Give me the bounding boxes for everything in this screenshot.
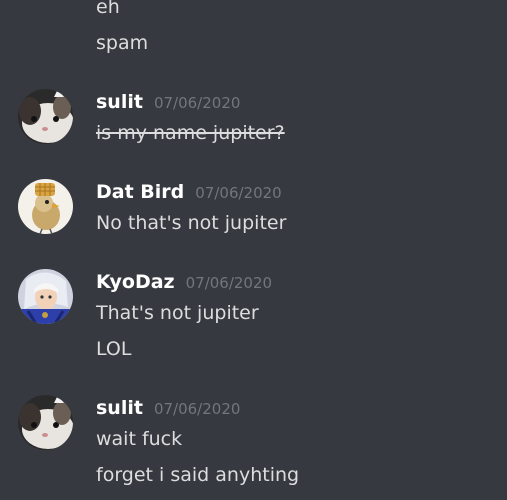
message-text: wait fuck <box>96 428 183 450</box>
message-text: spam <box>96 32 149 54</box>
username[interactable]: sulit <box>96 396 143 420</box>
timestamp: 07/06/2020 <box>195 184 282 202</box>
anime-character-avatar[interactable] <box>18 269 73 324</box>
timestamp: 07/06/2020 <box>153 94 241 112</box>
chat-message-list: eh spam sulit 07/06/2020 is my name jupi… <box>0 0 507 500</box>
message-text: That's not jupiter <box>96 302 259 324</box>
timestamp: 07/06/2020 <box>153 400 241 418</box>
username[interactable]: KyoDaz <box>96 270 175 294</box>
message-text: is my name jupiter? <box>96 122 285 144</box>
bird-waffle-avatar[interactable] <box>18 179 73 234</box>
username[interactable]: Dat Bird <box>96 180 184 204</box>
timestamp: 07/06/2020 <box>185 274 273 292</box>
message-text: No that's not jupiter <box>96 212 287 234</box>
message-text: LOL <box>96 338 132 360</box>
cat-photo-avatar[interactable] <box>18 89 73 144</box>
cat-photo-avatar[interactable] <box>18 395 73 450</box>
message-header: KyoDaz 07/06/2020 <box>96 270 272 295</box>
message-header: sulit 07/06/2020 <box>96 396 240 421</box>
message-text: eh <box>96 0 120 18</box>
username[interactable]: sulit <box>96 90 143 114</box>
message-header: Dat Bird 07/06/2020 <box>96 180 282 205</box>
message-text: forget i said anyhting <box>96 464 300 486</box>
message-header: sulit 07/06/2020 <box>96 90 240 115</box>
